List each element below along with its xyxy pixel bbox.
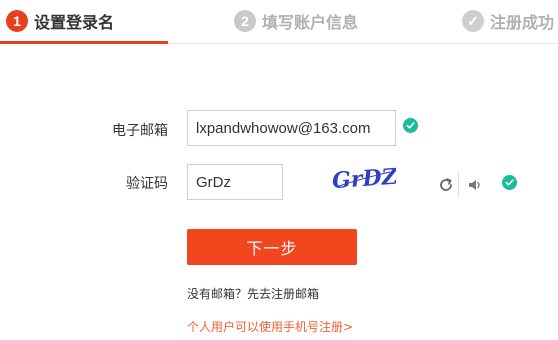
captcha-image[interactable]: GrDZ bbox=[330, 163, 396, 193]
captcha-label: 验证码 bbox=[126, 176, 168, 192]
register-email-link[interactable]: 没有邮箱？先去注册邮箱 bbox=[187, 285, 319, 302]
step-fill-account-info: 2 填写账户信息 bbox=[234, 8, 358, 34]
step-3-check-icon: ✓ bbox=[462, 10, 484, 32]
phone-register-link[interactable]: 个人用户可以使用手机号注册> bbox=[187, 318, 353, 335]
check-circle-icon bbox=[502, 175, 517, 190]
captcha-divider bbox=[458, 172, 459, 198]
refresh-icon[interactable] bbox=[437, 176, 455, 194]
registration-steps: 1 设置登录名 2 填写账户信息 ✓ 注册成功 bbox=[0, 0, 558, 44]
next-step-button[interactable]: 下一步 bbox=[187, 229, 357, 265]
step-register-success: ✓ 注册成功 bbox=[462, 8, 554, 34]
check-circle-icon bbox=[403, 118, 418, 133]
active-step-underline bbox=[0, 41, 168, 44]
step-1-label: 设置登录名 bbox=[34, 13, 115, 32]
speaker-icon[interactable] bbox=[466, 176, 484, 194]
email-field[interactable]: lxpandwhowow@163.com bbox=[187, 110, 396, 146]
step-2-label: 填写账户信息 bbox=[262, 13, 359, 32]
email-label: 电子邮箱 bbox=[112, 123, 168, 139]
step-2-number: 2 bbox=[234, 10, 256, 32]
captcha-field[interactable]: GrDz bbox=[187, 164, 283, 200]
step-3-label: 注册成功 bbox=[490, 13, 555, 32]
step-1-number: 1 bbox=[6, 10, 28, 32]
step-set-login-name: 1 设置登录名 bbox=[6, 8, 114, 34]
